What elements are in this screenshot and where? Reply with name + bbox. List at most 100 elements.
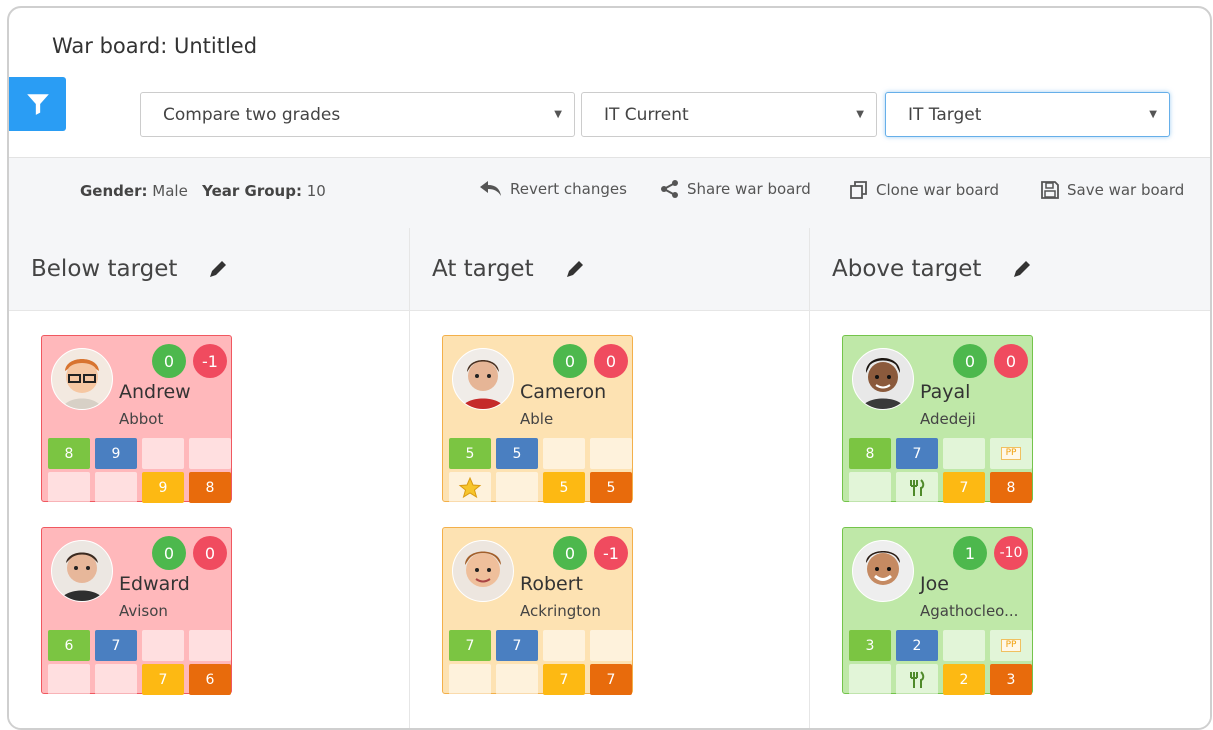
student-last-name: Avison: [119, 602, 168, 620]
pencil-icon[interactable]: [207, 258, 229, 280]
chevron-down-icon: ▼: [1149, 109, 1157, 120]
empty-tile: [48, 472, 90, 503]
current-grade-tile: 7: [449, 630, 491, 661]
pencil-icon[interactable]: [564, 258, 586, 280]
difference-badge: -1: [193, 344, 227, 378]
column-title: At target: [432, 256, 534, 282]
student-card[interactable]: 0 0 Cameron Able 5 5 5 5: [442, 335, 633, 503]
meal-tile: [896, 472, 938, 503]
undo-icon: [480, 181, 501, 196]
progress-badge: 0: [953, 344, 987, 378]
empty-tile: [849, 472, 891, 503]
column-above-target: Above target 0 0 Payal Adedeji 8 7 PP 7 …: [809, 228, 1210, 728]
grade-a-tile: 9: [142, 472, 184, 503]
target-grade-tile: 9: [95, 438, 137, 469]
student-first-name: Robert: [520, 573, 583, 595]
student-card[interactable]: 0 0 Edward Avison 6 7 7 6: [41, 527, 232, 695]
student-card[interactable]: 0 -1 Andrew Abbot 8 9 9 8: [41, 335, 232, 503]
empty-tile: [142, 438, 184, 469]
empty-tile: [496, 664, 538, 695]
page-title: War board: Untitled: [52, 34, 258, 58]
grade-b-tile: 8: [189, 472, 231, 503]
empty-tile: [142, 630, 184, 661]
student-first-name: Andrew: [119, 381, 191, 403]
empty-tile: [189, 438, 231, 469]
save-war-board-label: Save war board: [1067, 181, 1185, 199]
grade-a-value: IT Current: [604, 104, 689, 125]
grade-a-tile: 5: [543, 472, 585, 503]
star-icon: [458, 476, 482, 498]
empty-tile: [95, 472, 137, 503]
difference-badge: -10: [994, 536, 1028, 570]
current-grade-tile: 6: [48, 630, 90, 661]
student-card[interactable]: 0 0 Payal Adedeji 8 7 PP 7 8: [842, 335, 1033, 503]
avatar: [452, 348, 514, 410]
target-grade-tile: 2: [896, 630, 938, 661]
column-header: Above target: [810, 228, 1210, 311]
grade-b-select[interactable]: IT Target ▼: [885, 92, 1170, 137]
gender-value: Male: [152, 182, 188, 200]
compare-mode-select[interactable]: Compare two grades ▼: [140, 92, 575, 137]
student-last-name: Adedeji: [920, 410, 976, 428]
pp-badge-tile: PP: [990, 438, 1032, 469]
fork-knife-icon: [910, 670, 925, 688]
empty-tile: [943, 438, 985, 469]
clone-war-board-button[interactable]: Clone war board: [849, 180, 999, 200]
toolbar: Gender: Male Year Group: 10 Revert chang…: [9, 157, 1210, 229]
war-board: Below target 0 -1 Andrew Abbot 8 9 9 8 0…: [9, 228, 1210, 728]
progress-badge: 0: [152, 344, 186, 378]
save-war-board-button[interactable]: Save war board: [1040, 180, 1184, 200]
column-below-target: Below target 0 -1 Andrew Abbot 8 9 9 8 0…: [9, 228, 409, 728]
grade-b-tile: 8: [990, 472, 1032, 503]
avatar: [452, 540, 514, 602]
target-grade-tile: 5: [496, 438, 538, 469]
empty-tile: [496, 472, 538, 503]
grade-b-tile: 7: [590, 664, 632, 695]
empty-tile: [48, 664, 90, 695]
avatar: [51, 540, 113, 602]
column-header: Below target: [9, 228, 409, 311]
gender-label: Gender:: [80, 182, 148, 200]
column-title: Above target: [832, 256, 982, 282]
meal-tile: [896, 664, 938, 695]
avatar: [51, 348, 113, 410]
avatar: [852, 348, 914, 410]
chevron-down-icon: ▼: [856, 109, 864, 120]
student-last-name: Ackrington: [520, 602, 601, 620]
compare-mode-value: Compare two grades: [163, 104, 341, 125]
difference-badge: 0: [994, 344, 1028, 378]
filter-button[interactable]: [9, 77, 66, 131]
empty-tile: [849, 664, 891, 695]
save-icon: [1041, 181, 1059, 199]
student-card[interactable]: 0 -1 Robert Ackrington 7 7 7 7: [442, 527, 633, 695]
student-first-name: Edward: [119, 573, 190, 595]
share-war-board-button[interactable]: Share war board: [660, 180, 811, 198]
current-grade-tile: 8: [48, 438, 90, 469]
grade-b-tile: 3: [990, 664, 1032, 695]
difference-badge: 0: [594, 344, 628, 378]
difference-badge: 0: [193, 536, 227, 570]
revert-changes-button[interactable]: Revert changes: [479, 180, 627, 198]
progress-badge: 0: [152, 536, 186, 570]
student-card[interactable]: 1 -10 Joe Agathocleo... 3 2 PP 2 3: [842, 527, 1033, 695]
grade-a-select[interactable]: IT Current ▼: [581, 92, 877, 137]
fork-knife-icon: [910, 478, 925, 496]
warboard-window: War board: Untitled Compare two grades ▼…: [7, 6, 1212, 730]
empty-tile: [189, 630, 231, 661]
grade-a-tile: 7: [543, 664, 585, 695]
column-at-target: At target 0 0 Cameron Able 5 5 5 5 0 -1 …: [409, 228, 810, 728]
share-icon: [661, 180, 678, 198]
grade-a-tile: 7: [943, 472, 985, 503]
grade-b-value: IT Target: [908, 104, 982, 125]
grade-a-tile: 7: [142, 664, 184, 695]
student-last-name: Able: [520, 410, 554, 428]
clone-icon: [850, 181, 867, 199]
current-grade-tile: 3: [849, 630, 891, 661]
year-group-label: Year Group:: [202, 182, 302, 200]
progress-badge: 0: [553, 344, 587, 378]
student-first-name: Payal: [920, 381, 971, 403]
share-war-board-label: Share war board: [687, 180, 811, 198]
revert-changes-label: Revert changes: [510, 180, 627, 198]
pencil-icon[interactable]: [1011, 258, 1033, 280]
student-last-name: Abbot: [119, 410, 164, 428]
